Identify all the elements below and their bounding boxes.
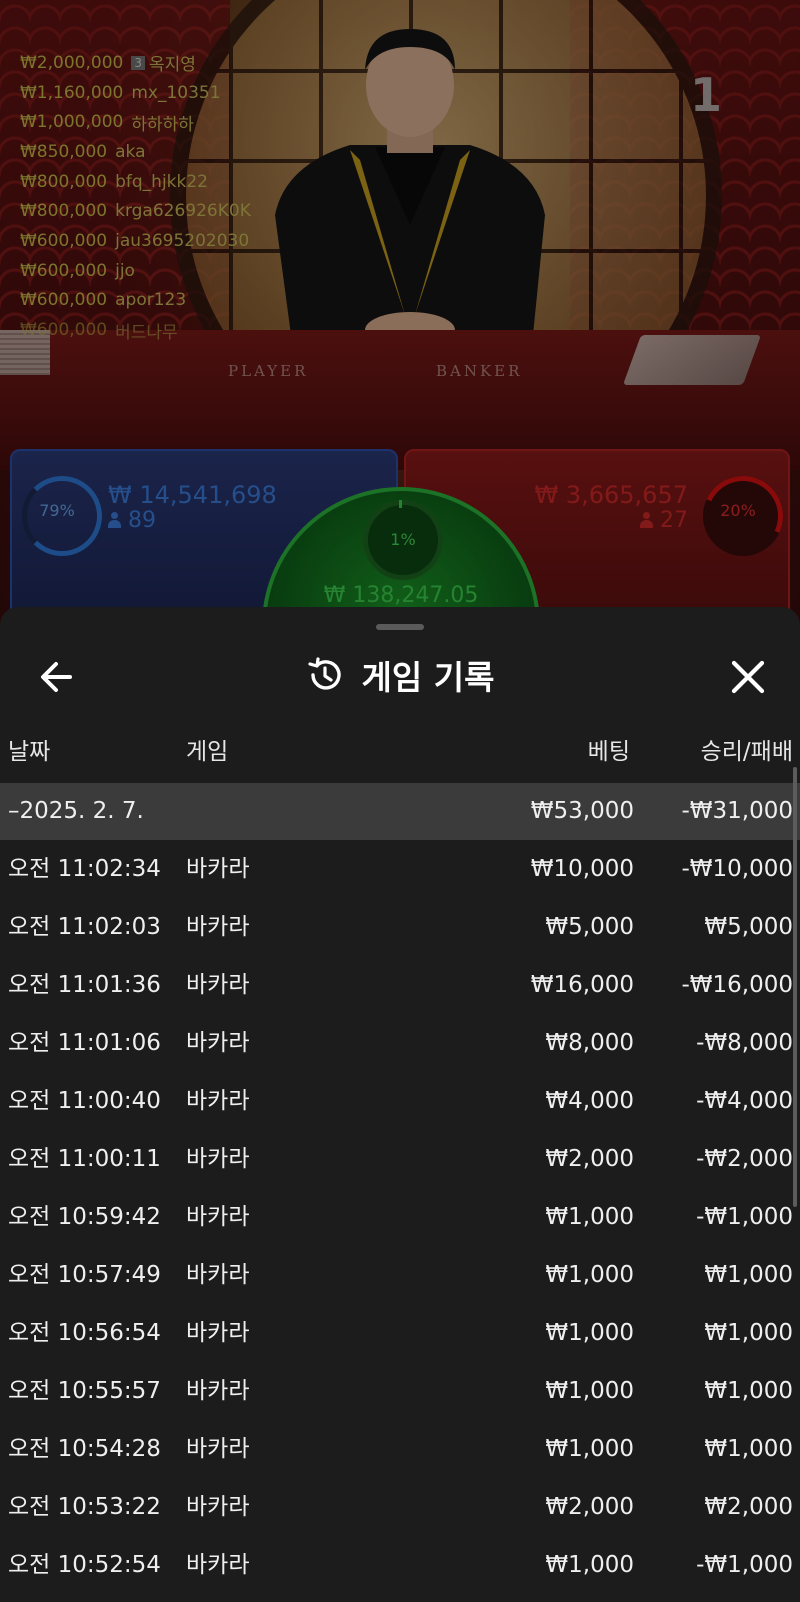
column-header-bet: 베팅: [587, 739, 630, 765]
live-game-view: PLAYER BANKER 1 ₩2,000,000 3 옥지영 ₩1,160,000…: [0, 0, 800, 640]
row-time: 오전 10:53:22: [8, 1494, 161, 1520]
row-time: 오전 11:01:36: [8, 972, 161, 998]
row-bet: ₩10,000: [530, 856, 634, 882]
row-result: ₩1,000: [704, 1378, 793, 1404]
drag-handle[interactable]: [376, 624, 424, 630]
row-game: 바카라: [186, 856, 250, 882]
row-result: -₩16,000: [681, 972, 793, 998]
row-bet: ₩1,000: [545, 1378, 634, 1404]
row-bet: ₩1,000: [545, 1320, 634, 1346]
row-result: ₩1,000: [704, 1320, 793, 1346]
row-time: 오전 10:56:54: [8, 1320, 161, 1346]
sheet-title: 게임 기록: [361, 658, 495, 697]
group-bet-total: ₩53,000: [530, 798, 634, 824]
column-header-date: 날짜: [8, 739, 51, 765]
row-time: 오전 10:55:57: [8, 1378, 161, 1404]
row-bet: ₩8,000: [545, 1030, 634, 1056]
history-row[interactable]: 오전 10:57:49 바카라 ₩1,000 ₩1,000: [0, 1246, 800, 1304]
sheet-header: 게임 기록: [0, 651, 800, 699]
history-row[interactable]: 오전 10:56:54 바카라 ₩1,000 ₩1,000: [0, 1304, 800, 1362]
date-group-row[interactable]: –2025. 2. 7. ₩53,000 -₩31,000: [0, 783, 800, 840]
row-game: 바카라: [186, 1436, 250, 1462]
row-game: 바카라: [186, 1204, 250, 1230]
row-game: 바카라: [186, 1552, 250, 1578]
history-row[interactable]: 오전 11:02:03 바카라 ₩5,000 ₩5,000: [0, 898, 800, 956]
row-time: 오전 10:59:42: [8, 1204, 161, 1230]
row-game: 바카라: [186, 1088, 250, 1114]
history-row[interactable]: 오전 11:01:06 바카라 ₩8,000 -₩8,000: [0, 1014, 800, 1072]
history-rows: 오전 11:02:34 바카라 ₩10,000 -₩10,000 오전 11:02:03…: [0, 840, 800, 1594]
history-row[interactable]: 오전 11:02:34 바카라 ₩10,000 -₩10,000: [0, 840, 800, 898]
row-bet: ₩1,000: [545, 1204, 634, 1230]
history-row[interactable]: 오전 10:55:57 바카라 ₩1,000 ₩1,000: [0, 1362, 800, 1420]
row-bet: ₩1,000: [545, 1262, 634, 1288]
row-time: 오전 11:00:40: [8, 1088, 161, 1114]
history-row[interactable]: 오전 11:00:11 바카라 ₩2,000 -₩2,000: [0, 1130, 800, 1188]
row-game: 바카라: [186, 1320, 250, 1346]
row-time: 오전 11:00:11: [8, 1146, 161, 1172]
row-bet: ₩16,000: [530, 972, 634, 998]
group-result-total: -₩31,000: [681, 798, 793, 824]
row-game: 바카라: [186, 972, 250, 998]
row-bet: ₩2,000: [545, 1146, 634, 1172]
history-row[interactable]: 오전 10:54:28 바카라 ₩1,000 ₩1,000: [0, 1420, 800, 1478]
row-game: 바카라: [186, 1030, 250, 1056]
row-bet: ₩2,000: [545, 1494, 634, 1520]
row-bet: ₩1,000: [545, 1436, 634, 1462]
row-time: 오전 11:01:06: [8, 1030, 161, 1056]
row-result: ₩1,000: [704, 1262, 793, 1288]
history-icon: [307, 657, 341, 690]
row-result: -₩1,000: [696, 1204, 793, 1230]
row-result: ₩1,000: [704, 1436, 793, 1462]
column-header-game: 게임: [186, 739, 229, 765]
history-row[interactable]: 오전 11:01:36 바카라 ₩16,000 -₩16,000: [0, 956, 800, 1014]
row-result: ₩2,000: [704, 1494, 793, 1520]
row-time: 오전 10:57:49: [8, 1262, 161, 1288]
row-time: 오전 10:54:28: [8, 1436, 161, 1462]
row-game: 바카라: [186, 1494, 250, 1520]
modal-overlay[interactable]: [0, 0, 800, 640]
history-row[interactable]: 오전 10:52:54 바카라 ₩1,000 -₩1,000: [0, 1536, 800, 1594]
close-icon[interactable]: [726, 655, 770, 699]
row-game: 바카라: [186, 1378, 250, 1404]
row-time: 오전 11:02:34: [8, 856, 161, 882]
table-header: 날짜 게임 베팅 승리/패배: [0, 719, 800, 771]
row-game: 바카라: [186, 1262, 250, 1288]
game-history-sheet: 게임 기록 날짜 게임 베팅 승리/패배 –2025. 2. 7. ₩53,00…: [0, 607, 800, 1602]
row-bet: ₩1,000: [545, 1552, 634, 1578]
row-game: 바카라: [186, 914, 250, 940]
row-time: 오전 11:02:03: [8, 914, 161, 940]
scrollbar[interactable]: [793, 767, 797, 1207]
row-bet: ₩5,000: [545, 914, 634, 940]
row-result: -₩2,000: [696, 1146, 793, 1172]
row-result: -₩1,000: [696, 1552, 793, 1578]
row-result: -₩8,000: [696, 1030, 793, 1056]
row-time: 오전 10:52:54: [8, 1552, 161, 1578]
row-game: 바카라: [186, 1146, 250, 1172]
row-bet: ₩4,000: [545, 1088, 634, 1114]
group-date: –2025. 2. 7.: [8, 798, 144, 824]
column-header-result: 승리/패배: [700, 739, 793, 765]
history-list: –2025. 2. 7. ₩53,000 -₩31,000 오전 11:02:3…: [0, 783, 800, 1594]
history-row[interactable]: 오전 10:53:22 바카라 ₩2,000 ₩2,000: [0, 1478, 800, 1536]
row-result: ₩5,000: [704, 914, 793, 940]
row-result: -₩4,000: [696, 1088, 793, 1114]
row-result: -₩10,000: [681, 856, 793, 882]
history-row[interactable]: 오전 10:59:42 바카라 ₩1,000 -₩1,000: [0, 1188, 800, 1246]
history-row[interactable]: 오전 11:00:40 바카라 ₩4,000 -₩4,000: [0, 1072, 800, 1130]
